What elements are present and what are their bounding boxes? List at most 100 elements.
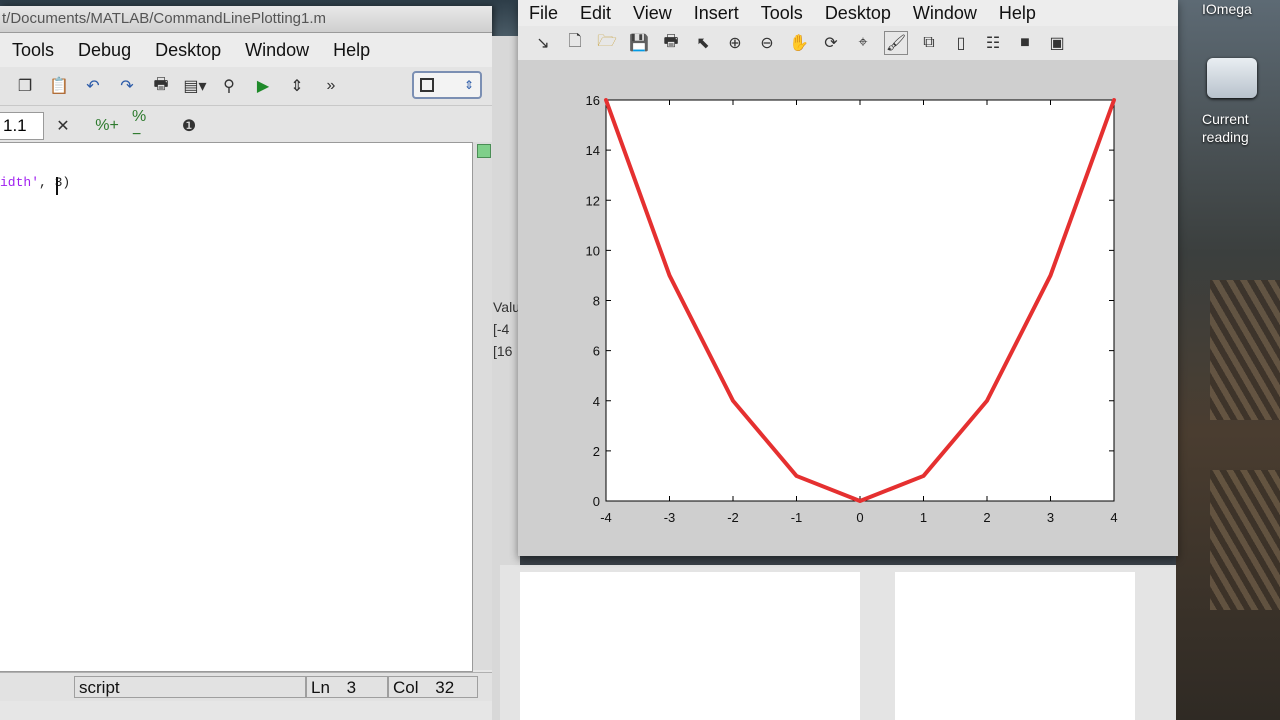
status-col-label: Col — [393, 678, 419, 697]
status-col-value: 32 — [435, 678, 455, 697]
fig-menu-tools[interactable]: Tools — [750, 3, 814, 24]
status-line: Ln 3 — [306, 676, 388, 698]
workspace-value-x[interactable]: [-4 — [493, 318, 520, 340]
copy-icon[interactable]: ❐ — [14, 75, 36, 97]
show-plot-tools-icon[interactable]: ▣ — [1046, 32, 1068, 54]
print-icon[interactable]: 🖶 — [660, 32, 682, 54]
y-tick-label: 12 — [586, 193, 600, 208]
data-cursor-icon[interactable]: ⌖ — [852, 32, 874, 54]
open-icon[interactable]: 🗁 — [596, 32, 618, 54]
editor-title: t/Documents/MATLAB/CommandLinePlotting1.… — [0, 6, 492, 33]
code-string: idth' — [0, 175, 40, 190]
more-icon[interactable]: » — [320, 75, 342, 97]
cell-toolbar: 1.1 ✕ %+ %− ❶ — [0, 106, 492, 147]
info-icon[interactable]: ❶ — [178, 115, 200, 137]
pan-icon[interactable]: ✋ — [788, 32, 810, 54]
undo-icon[interactable]: ↶ — [82, 75, 104, 97]
figure-window: File Edit View Insert Tools Desktop Wind… — [518, 0, 1178, 556]
desktop-label-current[interactable]: Current — [1202, 110, 1249, 128]
desktop-label-iomega[interactable]: IOmega — [1202, 0, 1252, 18]
hide-plot-tools-icon[interactable]: ■ — [1014, 32, 1036, 54]
arrow-icon[interactable]: ↘ — [532, 32, 554, 54]
y-tick-label: 8 — [593, 294, 600, 309]
status-line-value: 3 — [346, 678, 357, 697]
status-line-label: Ln — [311, 678, 330, 697]
desktop-label-reading[interactable]: reading — [1202, 128, 1249, 146]
rotate-icon[interactable]: ⟳ — [820, 32, 842, 54]
x-tick-label: 0 — [856, 510, 863, 525]
legend-icon[interactable]: ☷ — [982, 32, 1004, 54]
x-tick-label: -2 — [727, 510, 739, 525]
brush-icon[interactable]: 🖌 — [884, 31, 908, 55]
menu-debug[interactable]: Debug — [66, 40, 143, 61]
editor-menubar: Tools Debug Desktop Window Help — [0, 33, 492, 67]
y-tick-label: 16 — [586, 93, 600, 108]
code-line: idth', 3) — [0, 175, 70, 190]
fig-menu-help[interactable]: Help — [988, 3, 1047, 24]
x-tick-label: 4 — [1110, 510, 1117, 525]
code-editor[interactable]: idth', 3) — [0, 142, 473, 672]
workspace-values: Valu [-4 [16 — [493, 296, 520, 362]
layout-square-icon — [420, 78, 434, 92]
workspace-header: Valu — [493, 299, 520, 315]
y-tick-label: 6 — [593, 344, 600, 359]
find-icon[interactable]: ⚲ — [218, 75, 240, 97]
fig-menu-desktop[interactable]: Desktop — [814, 3, 902, 24]
drive-icon[interactable] — [1207, 58, 1257, 98]
link-icon[interactable]: ⧉ — [918, 32, 940, 54]
fig-menu-edit[interactable]: Edit — [569, 3, 622, 24]
text-cursor-icon — [56, 177, 58, 195]
zoom-out-icon[interactable]: ⊖ — [756, 32, 778, 54]
cell-increment-field[interactable]: 1.1 — [0, 112, 44, 140]
close-icon[interactable]: ✕ — [52, 115, 74, 137]
publish-icon[interactable]: ▤▾ — [183, 75, 206, 97]
code-rest: , 3) — [39, 175, 71, 190]
x-tick-label: -4 — [600, 510, 612, 525]
menu-tools[interactable]: Tools — [0, 40, 66, 61]
status-column: Col 32 — [388, 676, 478, 698]
status-bar: script Ln 3 Col 32 — [0, 672, 492, 701]
figure-toolbar: ↘ 🗋 🗁 💾 🖶 ⬉ ⊕ ⊖ ✋ ⟳ ⌖ 🖌 ⧉ ▯ ☷ ■ ▣ — [518, 26, 1178, 61]
status-indicator-icon — [477, 144, 491, 158]
print-icon[interactable]: 🖶 — [150, 75, 172, 97]
stepper-icon[interactable]: ⇕ — [286, 75, 308, 97]
desktop-background — [1176, 0, 1280, 720]
x-tick-label: -3 — [664, 510, 676, 525]
y-tick-label: 2 — [593, 444, 600, 459]
fig-menu-window[interactable]: Window — [902, 3, 988, 24]
colorbar-icon[interactable]: ▯ — [950, 32, 972, 54]
lower-panel-left — [520, 572, 860, 720]
plot-area[interactable]: -4 -3 -2 -1 0 1 2 3 40246810121416 — [518, 60, 1178, 556]
x-tick-label: 1 — [920, 510, 927, 525]
y-tick-label: 14 — [586, 143, 600, 158]
fig-menu-insert[interactable]: Insert — [683, 3, 750, 24]
remove-percent-icon[interactable]: %− — [132, 108, 154, 143]
y-tick-label: 4 — [593, 394, 600, 409]
menu-help[interactable]: Help — [321, 40, 382, 61]
lower-panel-right — [895, 572, 1135, 720]
x-tick-label: -1 — [791, 510, 803, 525]
x-tick-label: 2 — [983, 510, 990, 525]
select-icon[interactable]: ⬉ — [692, 32, 714, 54]
workspace-value-y[interactable]: [16 — [493, 340, 520, 362]
figure-menubar: File Edit View Insert Tools Desktop Wind… — [518, 0, 1178, 26]
fig-menu-file[interactable]: File — [518, 3, 569, 24]
layout-chevron-icon: ⇕ — [463, 78, 474, 92]
y-tick-label: 0 — [593, 494, 600, 509]
run-icon[interactable]: ▶ — [252, 75, 274, 97]
layout-selector[interactable]: ⇕ — [412, 71, 482, 99]
zoom-in-icon[interactable]: ⊕ — [724, 32, 746, 54]
fig-menu-view[interactable]: View — [622, 3, 683, 24]
paste-icon[interactable]: 📋 — [48, 75, 70, 97]
save-icon[interactable]: 💾 — [628, 32, 650, 54]
new-figure-icon[interactable]: 🗋 — [564, 32, 586, 54]
menu-window[interactable]: Window — [233, 40, 321, 61]
figure-canvas: -4 -3 -2 -1 0 1 2 3 4 0 2 4 6 8 10 12 14 16 — [518, 60, 1178, 556]
status-mode: script — [74, 676, 306, 698]
editor-gutter — [473, 142, 492, 670]
redo-icon[interactable]: ↷ — [116, 75, 138, 97]
y-tick-label: 10 — [586, 243, 600, 258]
menu-desktop[interactable]: Desktop — [143, 40, 233, 61]
insert-percent-icon[interactable]: %+ — [95, 115, 119, 137]
x-tick-label: 3 — [1047, 510, 1054, 525]
